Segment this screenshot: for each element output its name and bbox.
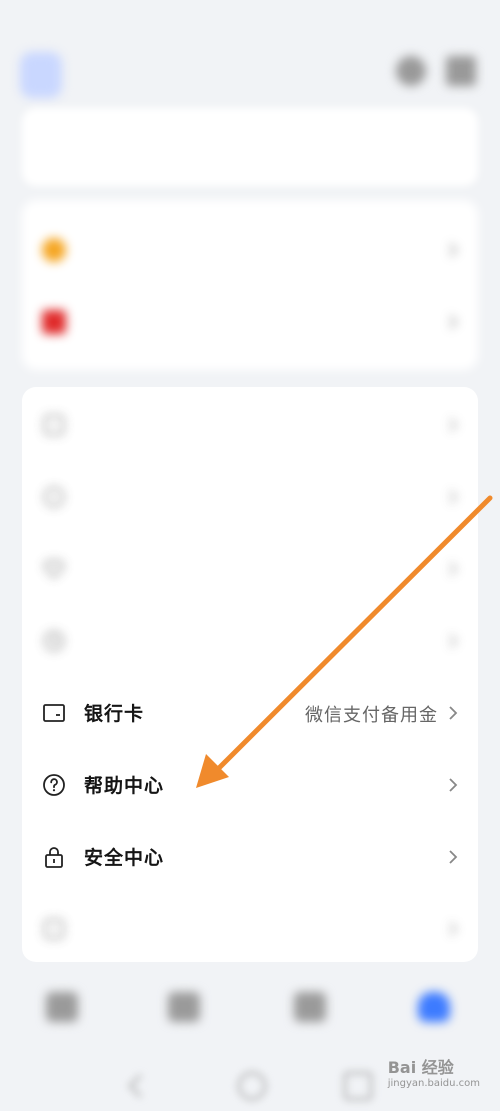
annotation-arrow: [196, 495, 493, 788]
watermark-logo: Bai 经验 jingyan.baidu.com: [388, 1054, 480, 1089]
watermark-sub: jingyan.baidu.com: [387, 1078, 480, 1089]
watermark-text: Bai 经验: [387, 1058, 454, 1077]
